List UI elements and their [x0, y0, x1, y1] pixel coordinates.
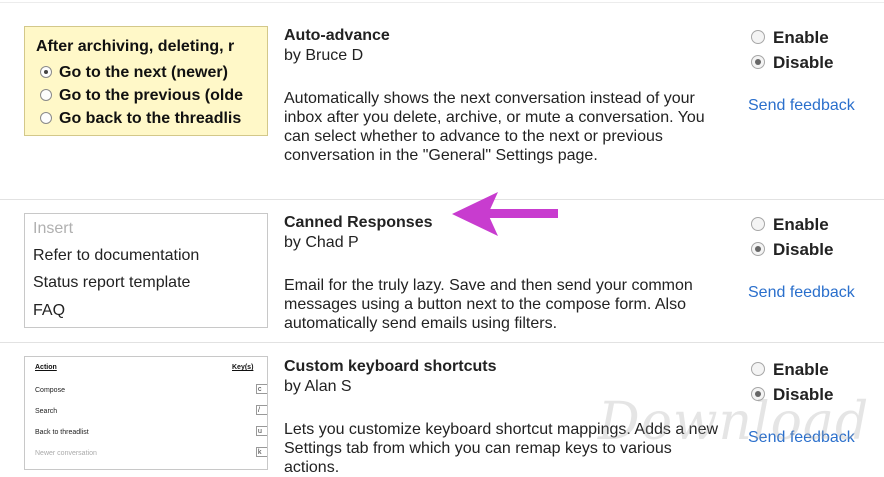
lab-author: by Bruce D: [284, 47, 364, 64]
preview-menu-item: FAQ: [33, 302, 66, 319]
lab-preview-canned-responses: Insert Refer to documentation Status rep…: [24, 213, 268, 328]
enable-radio[interactable]: Enable: [751, 28, 829, 48]
preview-shortcut-action: Newer conversation: [35, 450, 97, 457]
radio-icon: [40, 89, 52, 101]
lab-name: Auto-advance: [284, 27, 390, 44]
top-divider: [0, 2, 884, 3]
preview-title: After archiving, deleting, r: [36, 38, 235, 55]
radio-icon: [751, 217, 765, 231]
radio-icon: [751, 362, 765, 376]
lab-name: Canned Responses: [284, 214, 433, 231]
send-feedback-link[interactable]: Send feedback: [748, 284, 855, 302]
radio-selected-icon: [751, 242, 765, 256]
preview-shortcut-action: Search: [35, 408, 58, 415]
disable-radio[interactable]: Disable: [751, 53, 833, 73]
radio-icon: [751, 30, 765, 44]
preview-option: Go to the previous (olde: [40, 87, 243, 105]
lab-name: Custom keyboard shortcuts: [284, 358, 497, 375]
preview-shortcut-action: Compose: [35, 387, 65, 394]
disable-radio[interactable]: Disable: [751, 240, 833, 260]
enable-radio[interactable]: Enable: [751, 360, 829, 380]
lab-preview-keyboard-shortcuts: Action Key(s) Compose c Search / Back to…: [24, 356, 268, 470]
radio-icon: [40, 112, 52, 124]
radio-selected-icon: [40, 66, 52, 78]
preview-shortcut-key: u: [256, 426, 267, 436]
preview-option: Go to the next (newer): [40, 64, 228, 82]
preview-column-keys: Key(s): [232, 364, 254, 371]
pointer-arrow-icon: [452, 192, 558, 236]
lab-description: Email for the truly lazy. Save and then …: [284, 277, 693, 332]
row-divider: [0, 342, 884, 343]
watermark: Download: [598, 392, 870, 452]
preview-shortcut-key: c: [256, 384, 267, 394]
preview-menu-item: Refer to documentation: [33, 247, 200, 264]
radio-selected-icon: [751, 55, 765, 69]
preview-shortcut-action: Back to threadlist: [35, 429, 89, 436]
enable-radio[interactable]: Enable: [751, 215, 829, 235]
lab-preview-auto-advance: After archiving, deleting, r Go to the n…: [24, 26, 268, 136]
preview-menu-header: Insert: [33, 220, 74, 237]
preview-option: Go back to the threadlis: [40, 110, 241, 128]
preview-shortcut-key: k: [256, 447, 267, 457]
preview-shortcut-key: /: [256, 405, 267, 415]
preview-menu-item: Status report template: [33, 274, 191, 291]
lab-author: by Alan S: [284, 378, 352, 395]
send-feedback-link[interactable]: Send feedback: [748, 97, 855, 115]
lab-author: by Chad P: [284, 234, 359, 251]
row-divider: [0, 199, 884, 200]
preview-column-action: Action: [35, 364, 57, 371]
lab-description: Automatically shows the next conversatio…: [284, 90, 705, 164]
